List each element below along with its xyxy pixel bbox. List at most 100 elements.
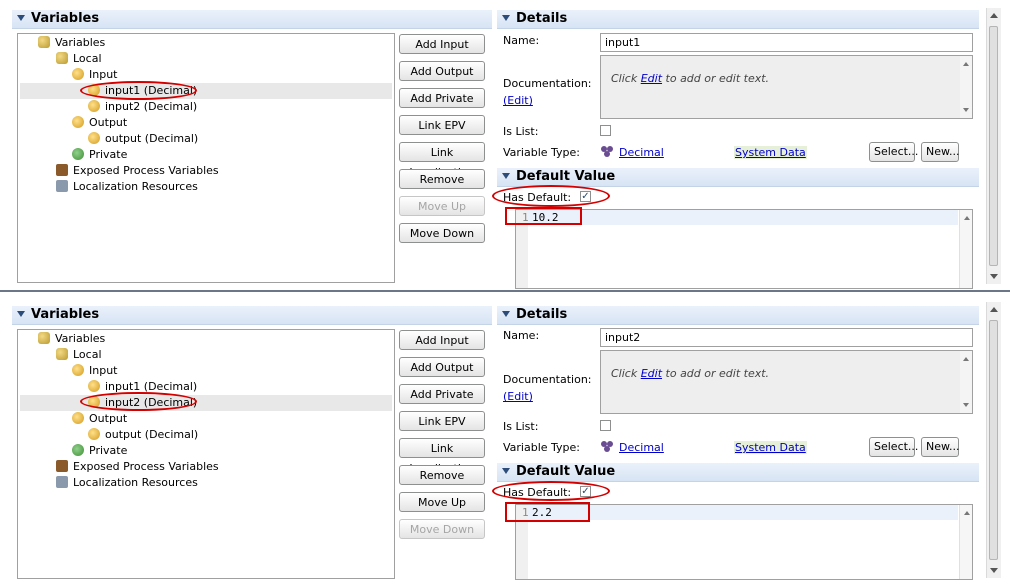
add-input-button[interactable]: Add Input xyxy=(399,330,485,350)
editor-line[interactable]: 10.2 xyxy=(528,210,958,225)
scroll-down-icon[interactable] xyxy=(963,108,969,112)
default-value-editor[interactable]: 10.2 1 xyxy=(515,209,973,289)
system-data-link[interactable]: System Data xyxy=(734,146,807,159)
is-list-checkbox[interactable] xyxy=(600,125,611,136)
collapse-triangle-icon[interactable] xyxy=(502,311,510,317)
name-field[interactable]: input1 xyxy=(600,33,973,52)
scroll-down-icon[interactable] xyxy=(990,568,998,573)
editor-line[interactable]: 2.2 xyxy=(528,505,958,520)
decimal-type-icon xyxy=(601,146,613,157)
details-section-header[interactable]: Details xyxy=(497,10,979,29)
collapse-triangle-icon[interactable] xyxy=(502,173,510,179)
variables-tree[interactable]: Variables Local Input input1 (Decimal) i… xyxy=(17,329,395,579)
variables-folder-icon xyxy=(38,332,50,344)
default-value-section-header[interactable]: Default Value xyxy=(497,463,979,482)
has-default-label: Has Default: xyxy=(503,191,572,204)
scroll-up-icon[interactable] xyxy=(963,357,969,361)
link-localization-button[interactable]: Link Localization xyxy=(399,142,485,179)
output-arrow-icon xyxy=(72,116,84,128)
has-default-checkbox[interactable]: ✓ xyxy=(580,486,591,497)
tree-node-output-var[interactable]: output (Decimal) xyxy=(88,131,198,147)
documentation-area[interactable]: Click Edit to add or edit text. xyxy=(600,350,973,414)
scroll-up-icon[interactable] xyxy=(964,511,970,515)
name-field[interactable]: input2 xyxy=(600,328,973,347)
tree-node-local[interactable]: Local xyxy=(56,51,102,67)
default-value-section-header[interactable]: Default Value xyxy=(497,168,979,187)
tree-node-epv[interactable]: Exposed Process Variables xyxy=(56,163,219,179)
link-epv-button[interactable]: Link EPV xyxy=(399,115,485,135)
doc-edit-inline-link[interactable]: Edit xyxy=(641,72,662,85)
variables-section-header[interactable]: Variables xyxy=(12,306,492,325)
scrollbar-thumb[interactable] xyxy=(989,26,998,266)
scroll-down-icon[interactable] xyxy=(963,403,969,407)
add-output-button[interactable]: Add Output xyxy=(399,357,485,377)
tree-node-input1-selected[interactable]: input1 (Decimal) xyxy=(20,83,392,99)
add-output-button[interactable]: Add Output xyxy=(399,61,485,81)
tree-node-output[interactable]: Output xyxy=(72,411,127,427)
remove-button[interactable]: Remove xyxy=(399,465,485,485)
tree-node-private[interactable]: Private xyxy=(72,147,127,163)
tree-node-output-var[interactable]: output (Decimal) xyxy=(88,427,198,443)
name-label: Name: xyxy=(503,34,540,47)
collapse-triangle-icon[interactable] xyxy=(17,15,25,21)
tree-node-input[interactable]: Input xyxy=(72,363,117,379)
is-list-label: Is List: xyxy=(503,125,539,138)
move-down-button[interactable]: Move Down xyxy=(399,223,485,243)
tree-node-input2[interactable]: input2 (Decimal) xyxy=(88,99,197,115)
documentation-area[interactable]: Click Edit to add or edit text. xyxy=(600,55,973,119)
tree-node-input2-selected[interactable]: input2 (Decimal) xyxy=(20,395,392,411)
editor-scrollbar[interactable] xyxy=(959,505,972,579)
scroll-down-icon[interactable] xyxy=(990,274,998,279)
variable-type-link[interactable]: Decimal xyxy=(619,441,664,454)
scroll-up-icon[interactable] xyxy=(963,62,969,66)
select-button[interactable]: Select... xyxy=(869,142,918,162)
tree-node-localization[interactable]: Localization Resources xyxy=(56,179,198,195)
new-button[interactable]: New... xyxy=(921,437,959,457)
link-localization-button[interactable]: Link Localization xyxy=(399,438,485,475)
doc-edit-inline-link[interactable]: Edit xyxy=(641,367,662,380)
scroll-up-icon[interactable] xyxy=(990,13,998,18)
scrollbar-thumb[interactable] xyxy=(989,320,998,560)
scroll-up-icon[interactable] xyxy=(990,307,998,312)
tree-node-epv[interactable]: Exposed Process Variables xyxy=(56,459,219,475)
scroll-up-icon[interactable] xyxy=(964,216,970,220)
collapse-triangle-icon[interactable] xyxy=(17,311,25,317)
move-up-button[interactable]: Move Up xyxy=(399,196,485,216)
default-value-editor[interactable]: 2.2 1 xyxy=(515,504,973,580)
add-private-button[interactable]: Add Private xyxy=(399,88,485,108)
tree-node-local[interactable]: Local xyxy=(56,347,102,363)
link-epv-button[interactable]: Link EPV xyxy=(399,411,485,431)
variables-section-header[interactable]: Variables xyxy=(12,10,492,29)
select-button[interactable]: Select... xyxy=(869,437,918,457)
new-button[interactable]: New... xyxy=(921,142,959,162)
has-default-checkbox[interactable]: ✓ xyxy=(580,191,591,202)
tree-node-private[interactable]: Private xyxy=(72,443,127,459)
details-section-header[interactable]: Details xyxy=(497,306,979,325)
tree-node-variables[interactable]: Variables xyxy=(38,331,105,347)
editor-scrollbar[interactable] xyxy=(959,210,972,288)
variables-tree[interactable]: Variables Local Input input1 (Decimal) i… xyxy=(17,33,395,283)
is-list-checkbox[interactable] xyxy=(600,420,611,431)
collapse-triangle-icon[interactable] xyxy=(502,15,510,21)
variable-type-link[interactable]: Decimal xyxy=(619,146,664,159)
remove-button[interactable]: Remove xyxy=(399,169,485,189)
move-up-button[interactable]: Move Up xyxy=(399,492,485,512)
add-private-button[interactable]: Add Private xyxy=(399,384,485,404)
outer-scrollbar[interactable] xyxy=(986,302,1001,578)
tree-node-localization[interactable]: Localization Resources xyxy=(56,475,198,491)
tree-node-output[interactable]: Output xyxy=(72,115,127,131)
system-data-link[interactable]: System Data xyxy=(734,441,807,454)
default-value-title: Default Value xyxy=(516,464,616,479)
tree-node-input[interactable]: Input xyxy=(72,67,117,83)
move-down-button[interactable]: Move Down xyxy=(399,519,485,539)
doc-scrollbar[interactable] xyxy=(960,56,972,118)
documentation-edit-link[interactable]: (Edit) xyxy=(503,390,533,403)
documentation-edit-link[interactable]: (Edit) xyxy=(503,94,533,107)
tree-node-input1[interactable]: input1 (Decimal) xyxy=(88,379,197,395)
doc-scrollbar[interactable] xyxy=(960,351,972,413)
add-input-button[interactable]: Add Input xyxy=(399,34,485,54)
collapse-triangle-icon[interactable] xyxy=(502,468,510,474)
outer-scrollbar[interactable] xyxy=(986,8,1001,284)
tree-node-variables[interactable]: Variables xyxy=(38,35,105,51)
variables-title: Variables xyxy=(31,307,100,322)
